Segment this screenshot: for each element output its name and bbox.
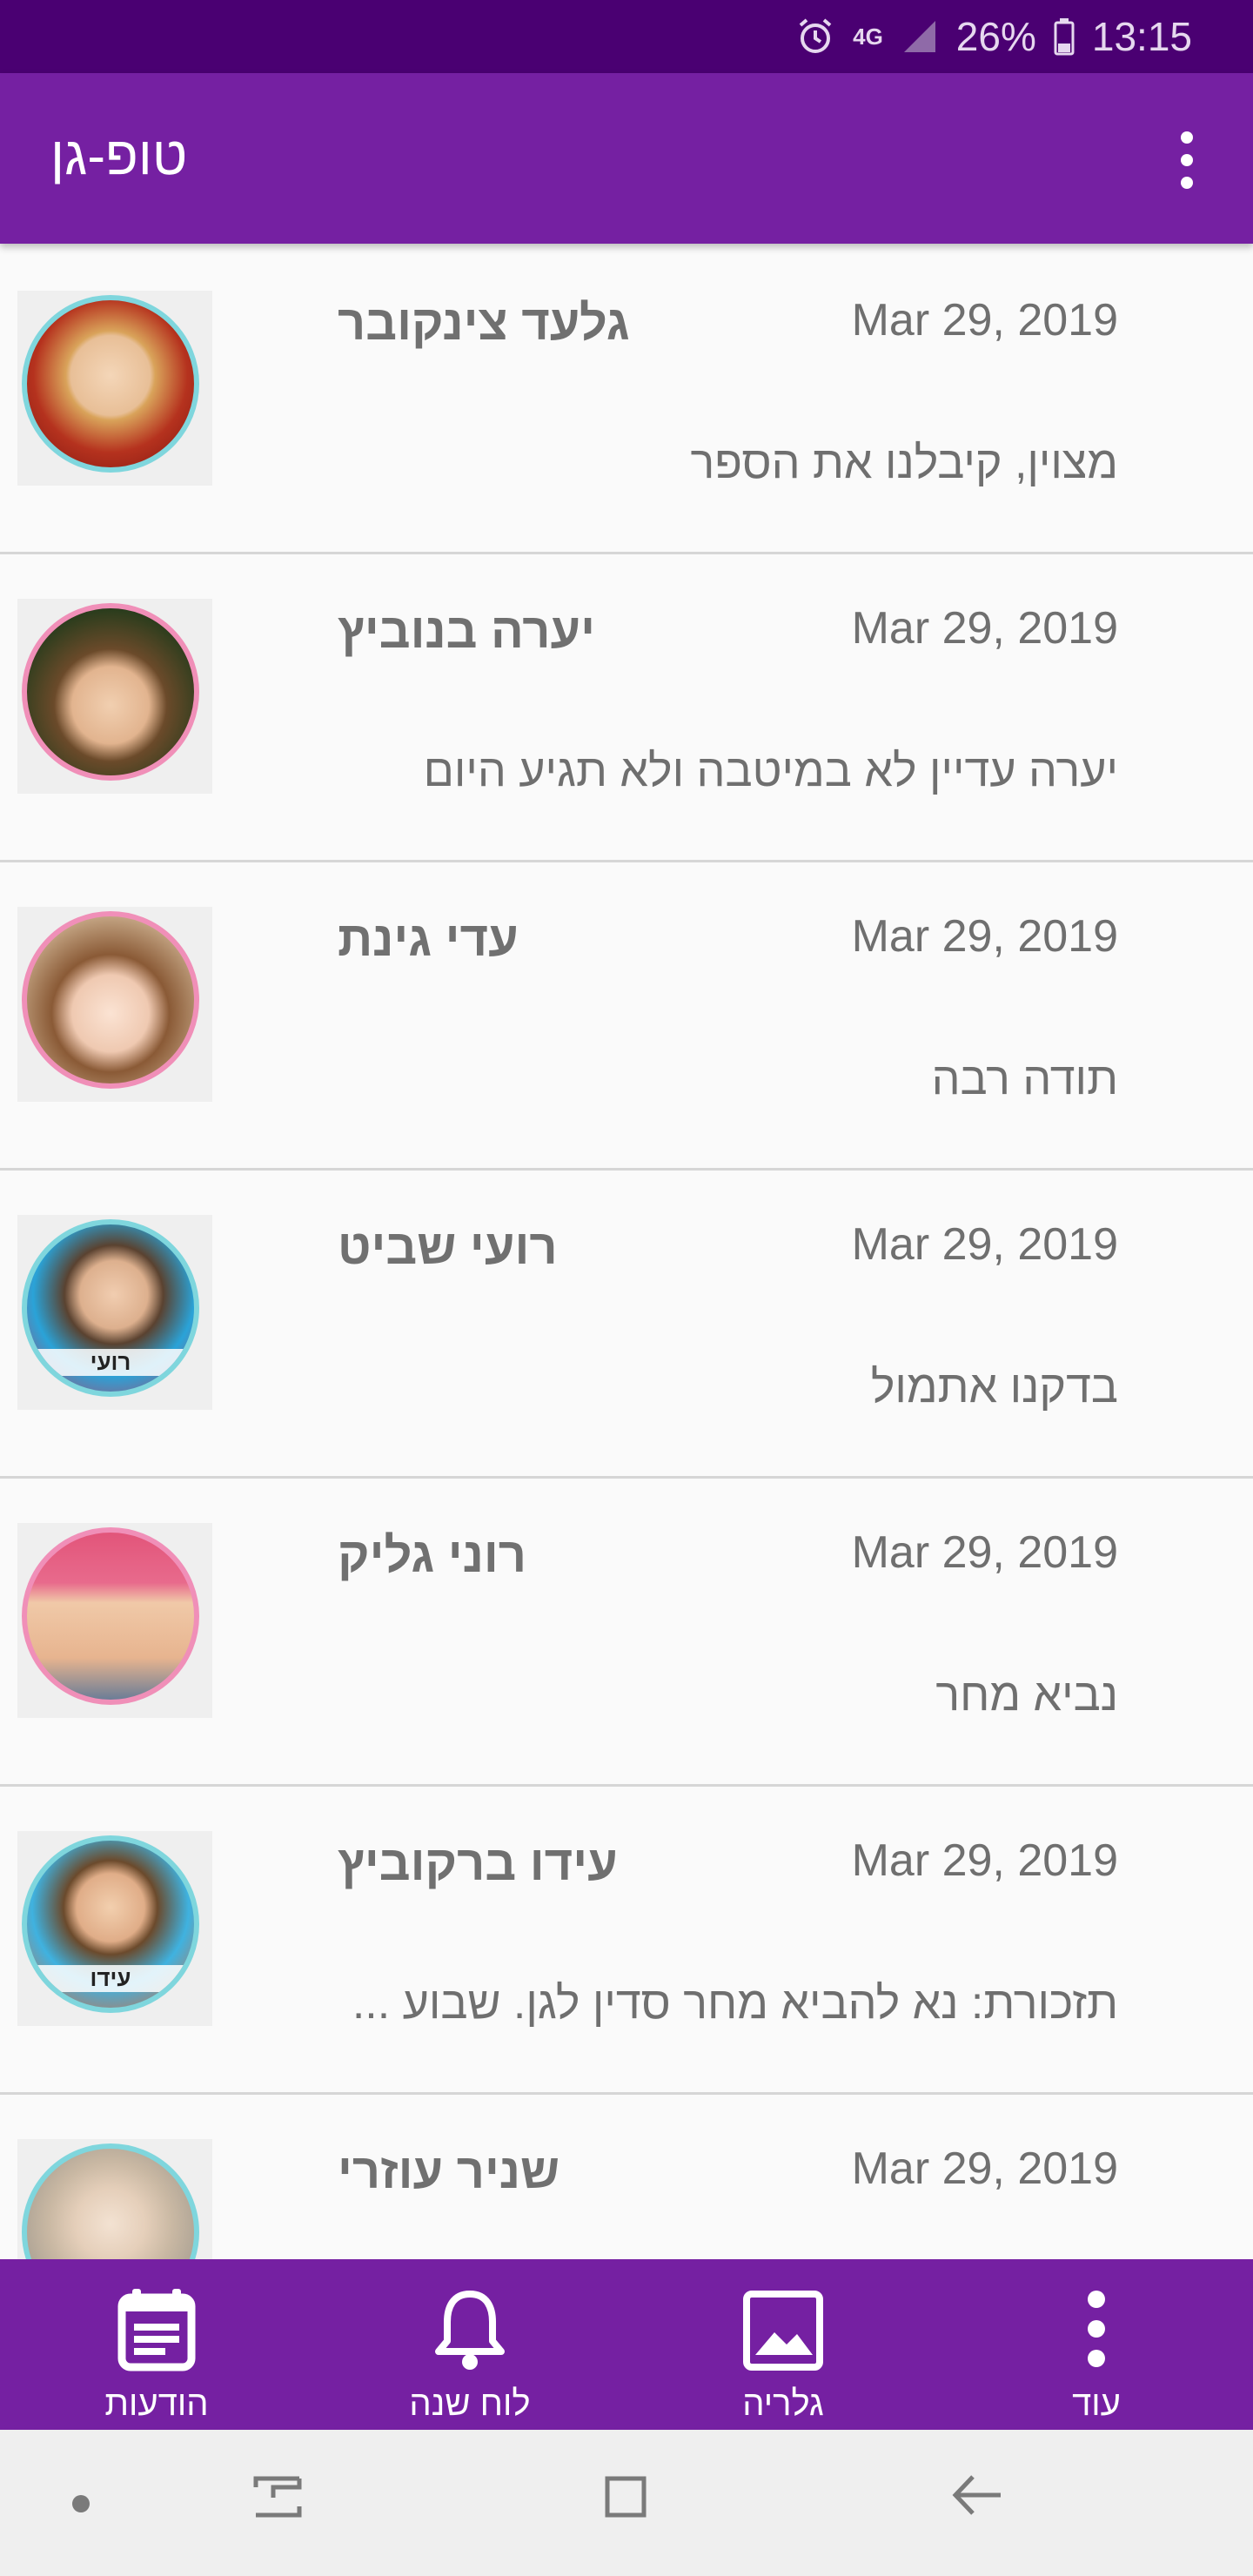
sender-name: גלעד צינקובר	[338, 295, 630, 350]
signal-icon	[901, 17, 939, 56]
bottom-navigation: הודעות לוח שנה גלריה עוד	[0, 2259, 1253, 2430]
avatar	[22, 1527, 199, 1705]
sender-name: רועי שביט	[338, 1219, 558, 1274]
network-type: 4G	[853, 23, 883, 50]
battery-percent: 26%	[955, 14, 1036, 59]
back-icon[interactable]	[948, 2466, 1006, 2528]
avatar	[22, 295, 199, 473]
dot-icon[interactable]	[71, 2494, 90, 2518]
sender-name: יערה בנוביץ	[338, 603, 595, 658]
nav-messages[interactable]: הודעות	[26, 2259, 287, 2430]
avatar-frame: עידו	[17, 1831, 212, 2026]
nav-label: הודעות	[104, 2385, 209, 2423]
messages-calendar-icon	[117, 2289, 196, 2371]
gallery-icon	[743, 2291, 823, 2371]
avatar-frame: רועי	[17, 1215, 212, 1410]
avatar-name-tag: עידו	[27, 1965, 194, 1992]
more-vertical-icon	[1088, 2291, 1105, 2367]
avatar: עידו	[22, 1835, 199, 2013]
avatar-frame	[17, 907, 212, 1102]
message-date: Mar 29, 2019	[851, 1835, 1118, 1886]
battery-icon	[1054, 17, 1075, 56]
message-row[interactable]: עידו עידו ברקוביץ Mar 29, 2019 תזכורת: נ…	[0, 1784, 1253, 2095]
avatar	[22, 2143, 199, 2259]
sender-name: עידו ברקוביץ	[338, 1835, 618, 1890]
message-list[interactable]: גלעד צינקובר Mar 29, 2019 מצוין, קיבלנו …	[0, 244, 1253, 2259]
message-preview: בדקנו אתמול	[870, 1362, 1118, 1412]
nav-gallery[interactable]: גלריה	[653, 2259, 914, 2430]
message-row[interactable]: שניר עוזרי Mar 29, 2019	[0, 2092, 1253, 2259]
message-date: Mar 29, 2019	[851, 2143, 1118, 2194]
message-row[interactable]: גלעד צינקובר Mar 29, 2019 מצוין, קיבלנו …	[0, 244, 1253, 554]
overflow-menu-button[interactable]	[1166, 129, 1208, 191]
nav-label: גלריה	[742, 2385, 824, 2423]
clock: 13:15	[1091, 14, 1192, 59]
status-bar: 4G 26% 13:15	[0, 0, 1253, 73]
nav-label: עוד	[1072, 2385, 1121, 2423]
message-date: Mar 29, 2019	[851, 295, 1118, 345]
sender-name: רוני גליק	[338, 1527, 526, 1582]
message-row[interactable]: יערה בנוביץ Mar 29, 2019 יערה עדיין לא ב…	[0, 552, 1253, 862]
message-preview: מצוין, קיבלנו את הספר	[690, 438, 1119, 488]
home-icon[interactable]	[599, 2466, 656, 2528]
message-date: Mar 29, 2019	[851, 603, 1118, 654]
sender-name: שניר עוזרי	[338, 2143, 560, 2198]
app-bar: טופ-גן	[0, 73, 1253, 244]
avatar-frame	[17, 1523, 212, 1718]
avatar-frame	[17, 2139, 212, 2259]
message-preview: תודה רבה	[931, 1054, 1118, 1104]
message-row[interactable]: רוני גליק Mar 29, 2019 נביא מחר	[0, 1476, 1253, 1787]
avatar-frame	[17, 291, 212, 486]
more-vertical-icon	[1181, 131, 1193, 189]
message-date: Mar 29, 2019	[851, 1527, 1118, 1578]
nav-calendar[interactable]: לוח שנה	[339, 2259, 600, 2430]
message-preview: נביא מחר	[935, 1670, 1118, 1721]
app-title: טופ-גן	[50, 126, 188, 186]
message-preview: יערה עדיין לא במיטבה ולא תגיע היום	[423, 746, 1118, 796]
sender-name: עדי גינת	[338, 911, 519, 966]
message-date: Mar 29, 2019	[851, 1219, 1118, 1270]
recent-apps-icon[interactable]	[249, 2468, 306, 2530]
avatar-frame	[17, 599, 212, 794]
avatar-name-tag: רועי	[27, 1349, 194, 1376]
message-row[interactable]: עדי גינת Mar 29, 2019 תודה רבה	[0, 860, 1253, 1171]
message-row[interactable]: רועי רועי שביט Mar 29, 2019 בדקנו אתמול	[0, 1168, 1253, 1479]
nav-more[interactable]: עוד	[966, 2259, 1227, 2430]
message-date: Mar 29, 2019	[851, 911, 1118, 962]
avatar	[22, 911, 199, 1089]
alarm-icon	[795, 17, 835, 57]
nav-label: לוח שנה	[409, 2385, 531, 2423]
system-navigation-bar	[0, 2430, 1253, 2576]
avatar: רועי	[22, 1219, 199, 1397]
bell-icon	[435, 2291, 505, 2370]
avatar	[22, 603, 199, 781]
message-preview: תזכורת: נא להביא מחר סדין לגן. שבוע ...	[352, 1978, 1118, 2029]
